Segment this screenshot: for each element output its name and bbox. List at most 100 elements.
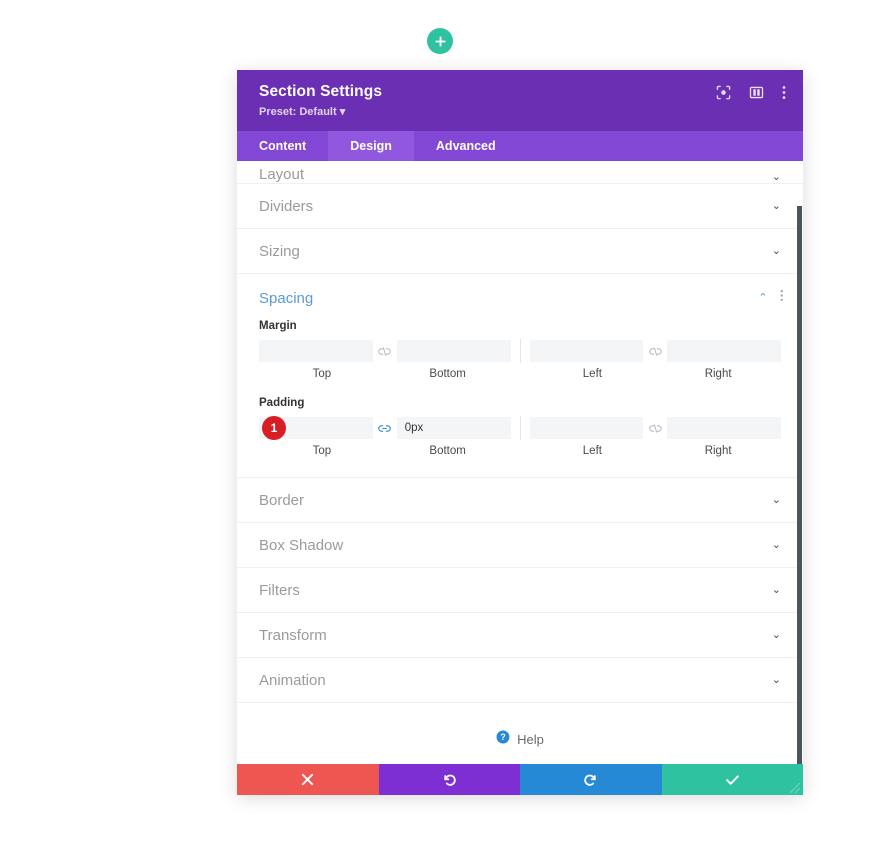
accordion-label: Dividers — [259, 197, 314, 215]
plus-icon — [435, 36, 445, 46]
padding-bottom-caption: Bottom — [429, 445, 466, 457]
accordion-label: Sizing — [259, 242, 300, 260]
accordion-label: Box Shadow — [259, 536, 344, 554]
page-title: Section Settings — [259, 83, 383, 100]
close-icon — [302, 773, 314, 786]
margin-right-input[interactable] — [667, 340, 781, 362]
accordion-row-sizing[interactable]: Sizing ⌄ — [237, 229, 803, 274]
accordion-row-transform[interactable]: Transform ⌄ — [237, 613, 803, 658]
scrollbar-track[interactable] — [796, 161, 803, 764]
scrollbar-thumb[interactable] — [797, 206, 802, 764]
accordion-label: Layout — [259, 166, 305, 183]
unlinked-icon[interactable] — [643, 340, 668, 362]
accordion-label: Filters — [259, 581, 300, 599]
chevron-down-icon: ⌄ — [771, 628, 781, 641]
redo-icon — [584, 774, 596, 786]
margin-left-caption: Left — [582, 368, 602, 380]
spacing-header-actions: ⌃ — [758, 289, 783, 307]
add-section-button[interactable] — [427, 28, 453, 54]
modal-tabs: Content Design Advanced — [237, 131, 803, 161]
margin-top-input[interactable] — [259, 340, 373, 362]
chevron-down-icon: ⌄ — [771, 199, 781, 212]
linked-icon[interactable] — [372, 417, 397, 439]
modal-header: Section Settings Preset: Default ▾ — [237, 70, 803, 131]
margin-top-bottom-pair — [259, 340, 511, 362]
chevron-down-icon: ▾ — [339, 106, 346, 118]
modal-footer — [237, 764, 803, 795]
preset-selector[interactable]: Preset: Default ▾ — [259, 105, 345, 118]
redo-button[interactable] — [520, 764, 662, 795]
more-vertical-icon[interactable] — [780, 289, 784, 307]
chevron-down-icon: ⌄ — [771, 538, 781, 551]
chevron-down-icon: ⌄ — [771, 493, 781, 506]
settings-scroll-area: Layout ⌄ Dividers ⌄ Sizing ⌄ Spacing ⌃ M… — [237, 161, 803, 764]
padding-left-right-pair — [529, 417, 781, 439]
accordion-label: Transform — [259, 626, 327, 644]
tab-content[interactable]: Content — [237, 131, 328, 161]
undo-icon — [444, 774, 456, 786]
modal-body: Layout ⌄ Dividers ⌄ Sizing ⌄ Spacing ⌃ M… — [237, 161, 803, 764]
svg-text:?: ? — [500, 732, 505, 742]
unlinked-icon[interactable] — [643, 417, 668, 439]
padding-label: Padding — [259, 397, 305, 409]
divider — [519, 339, 521, 363]
margin-left-right-pair — [529, 340, 781, 362]
margin-right-caption: Right — [704, 368, 732, 380]
chevron-down-icon: ⌄ — [771, 583, 781, 596]
checkmark-icon — [725, 774, 739, 785]
help-label: Help — [517, 732, 544, 747]
accordion-label: Spacing — [259, 289, 314, 307]
padding-left-input[interactable] — [529, 417, 644, 439]
undo-button[interactable] — [378, 764, 520, 795]
save-button[interactable] — [661, 764, 803, 795]
chevron-down-icon: ⌄ — [771, 673, 781, 686]
chevron-down-icon: ⌄ — [771, 244, 781, 257]
preset-label: Preset: Default — [259, 106, 337, 118]
accordion-row-dividers[interactable]: Dividers ⌄ — [237, 184, 803, 229]
margin-label: Margin — [259, 320, 297, 332]
accordion-row-animation[interactable]: Animation ⌄ — [237, 658, 803, 703]
margin-bottom-input[interactable] — [396, 340, 511, 362]
margin-captions: Top Bottom Left Right — [259, 368, 781, 380]
tab-design[interactable]: Design — [328, 131, 414, 161]
accordion-row-layout[interactable]: Layout ⌄ — [237, 161, 803, 184]
padding-left-caption: Left — [582, 445, 602, 457]
tab-advanced[interactable]: Advanced — [414, 131, 518, 161]
cancel-button[interactable] — [237, 764, 379, 795]
resize-handle[interactable] — [788, 781, 801, 794]
chevron-down-icon: ⌄ — [771, 171, 781, 183]
unlinked-icon[interactable] — [372, 340, 397, 362]
accordion-row-box-shadow[interactable]: Box Shadow ⌄ — [237, 523, 803, 568]
margin-top-caption: Top — [312, 368, 332, 380]
margin-inputs-row — [259, 339, 781, 363]
margin-bottom-caption: Bottom — [429, 368, 466, 380]
question-circle-icon: ? — [496, 730, 510, 749]
accordion-label: Animation — [259, 671, 326, 689]
padding-right-caption: Right — [704, 445, 732, 457]
padding-inputs-row — [259, 416, 781, 440]
margin-left-input[interactable] — [529, 340, 644, 362]
add-section-bar — [0, 28, 880, 54]
padding-bottom-input[interactable] — [396, 417, 511, 439]
help-link[interactable]: ? Help — [237, 703, 803, 749]
padding-top-bottom-pair — [259, 417, 511, 439]
accordion-row-border[interactable]: Border ⌄ — [237, 478, 803, 523]
divider — [519, 416, 521, 440]
accordion-row-spacing[interactable]: Spacing ⌃ — [237, 274, 803, 320]
modal-header-actions — [716, 85, 786, 100]
more-vertical-icon[interactable] — [782, 85, 786, 100]
chevron-up-icon[interactable]: ⌃ — [758, 292, 767, 304]
focus-icon[interactable] — [716, 85, 731, 100]
padding-top-caption: Top — [312, 445, 332, 457]
layout-columns-icon[interactable] — [749, 85, 764, 100]
accordion-row-filters[interactable]: Filters ⌄ — [237, 568, 803, 613]
accordion-label: Border — [259, 491, 305, 509]
accordion-section-spacing: Spacing ⌃ Margin Top Bottom Left Right P… — [237, 274, 803, 478]
spacing-fields: Margin Top Bottom Left Right Padding 1 0… — [237, 320, 803, 457]
padding-right-input[interactable] — [667, 417, 781, 439]
step-badge-1: 1 — [262, 416, 286, 440]
padding-captions: Top Bottom Left Right — [259, 445, 781, 457]
section-settings-modal: Section Settings Preset: Default ▾ Conte… — [237, 70, 803, 795]
